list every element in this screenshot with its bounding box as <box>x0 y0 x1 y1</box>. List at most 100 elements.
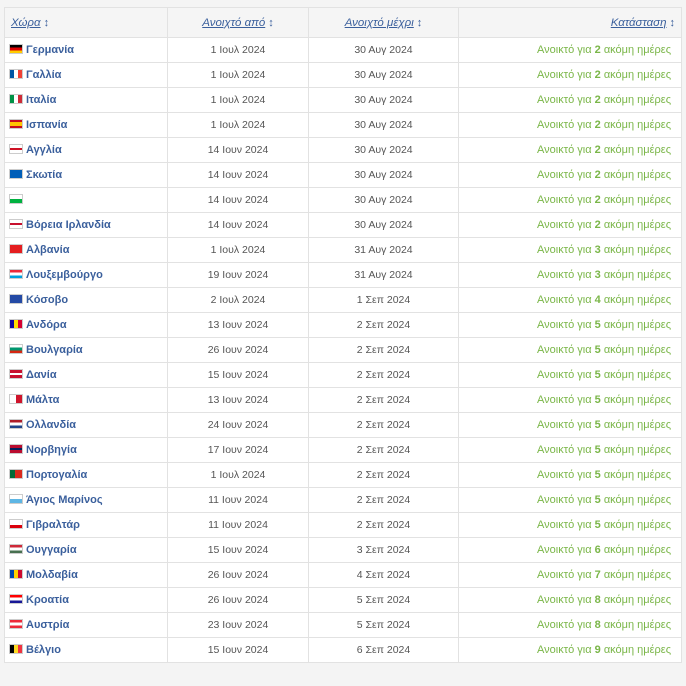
country-cell[interactable]: Γερμανία <box>4 37 168 63</box>
table-row: Σκωτία 14 Ιουν 2024 30 Αυγ 2024 Ανοικτό για… <box>4 162 682 188</box>
sort-icon[interactable]: ↕ <box>268 17 274 29</box>
country-name[interactable]: Αγγλία <box>26 144 62 156</box>
open-until-cell: 5 Σεπ 2024 <box>308 587 459 613</box>
country-cell[interactable]: Αυστρία <box>4 612 168 638</box>
country-name[interactable]: Ολλανδία <box>26 419 76 431</box>
country-name[interactable]: Βέλγιο <box>26 644 61 656</box>
country-cell[interactable]: Ολλανδία <box>4 412 168 438</box>
sort-icon[interactable]: ↕ <box>670 17 676 29</box>
country-cell[interactable]: Άγιος Μαρίνος <box>4 487 168 513</box>
country-name[interactable]: Ισπανία <box>26 119 67 131</box>
column-header-status[interactable]: Κατάσταση ↕ <box>458 7 682 38</box>
country-name[interactable]: Αλβανία <box>26 244 69 256</box>
country-name[interactable]: Σκωτία <box>26 169 62 181</box>
status-suffix: ακόμη ημέρες <box>603 269 671 281</box>
country-name[interactable]: Πορτογαλία <box>26 469 87 481</box>
flag-icon <box>9 419 23 429</box>
country-cell[interactable]: Βέλγιο <box>4 637 168 663</box>
status-suffix: ακόμη ημέρες <box>603 319 671 331</box>
open-until-cell: 2 Σεπ 2024 <box>308 437 459 463</box>
country-name[interactable]: Νορβηγία <box>26 444 77 456</box>
status-prefix: Ανοικτό για <box>537 144 592 156</box>
country-cell[interactable]: Μολδαβία <box>4 562 168 588</box>
country-cell[interactable]: Ουγγαρία <box>4 537 168 563</box>
open-until-cell: 30 Αυγ 2024 <box>308 112 459 138</box>
column-header-open-until[interactable]: Ανοιχτό μέχρι ↕ <box>308 7 459 38</box>
open-until-cell: 2 Σεπ 2024 <box>308 462 459 488</box>
status-cell: Ανοικτό για 2 ακόμη ημέρες <box>458 112 682 138</box>
table-row: Ιταλία 1 Ιουλ 2024 30 Αυγ 2024 Ανοικτό για … <box>4 87 682 113</box>
country-name[interactable]: Ιταλία <box>26 94 56 106</box>
column-header-open-from[interactable]: Ανοιχτό από ↕ <box>167 7 309 38</box>
country-name[interactable]: Κροατία <box>26 594 69 606</box>
open-from-cell: 19 Ιουν 2024 <box>167 262 309 288</box>
country-name[interactable]: Γερμανία <box>26 44 74 56</box>
days-remaining: 9 <box>594 644 601 656</box>
flag-icon <box>9 494 23 504</box>
country-cell[interactable]: Γιβραλτάρ <box>4 512 168 538</box>
country-cell[interactable]: Πορτογαλία <box>4 462 168 488</box>
country-name[interactable]: Ανδόρα <box>26 319 67 331</box>
country-name[interactable]: Γαλλία <box>26 69 61 81</box>
open-until-cell: 30 Αυγ 2024 <box>308 162 459 188</box>
country-name[interactable]: Βουλγαρία <box>26 344 83 356</box>
country-name[interactable]: Λουξεμβούργο <box>26 269 103 281</box>
country-cell[interactable]: Γαλλία <box>4 62 168 88</box>
column-header-country[interactable]: Χώρα ↕ <box>4 7 168 38</box>
status-prefix: Ανοικτό για <box>537 519 592 531</box>
status-suffix: ακόμη ημέρες <box>603 619 671 631</box>
country-cell[interactable]: Μάλτα <box>4 387 168 413</box>
status-suffix: ακόμη ημέρες <box>603 469 671 481</box>
country-name[interactable]: Αυστρία <box>26 619 69 631</box>
country-cell[interactable]: Αγγλία <box>4 137 168 163</box>
sort-icon[interactable]: ↕ <box>44 17 50 29</box>
country-cell[interactable]: Κόσοβο <box>4 287 168 313</box>
country-name[interactable]: Μάλτα <box>26 394 59 406</box>
status-cell: Ανοικτό για 8 ακόμη ημέρες <box>458 587 682 613</box>
open-until-cell: 2 Σεπ 2024 <box>308 362 459 388</box>
status-prefix: Ανοικτό για <box>537 269 592 281</box>
open-from-cell: 15 Ιουν 2024 <box>167 637 309 663</box>
country-name[interactable]: Δανία <box>26 369 57 381</box>
country-name[interactable]: Κόσοβο <box>26 294 68 306</box>
country-cell[interactable]: Δανία <box>4 362 168 388</box>
table-row: Ολλανδία 24 Ιουν 2024 2 Σεπ 2024 Ανοικτό γι… <box>4 412 682 438</box>
table-header-row: Χώρα ↕ Ανοιχτό από ↕ Ανοιχτό μέχρι ↕ Κατάστ… <box>4 7 682 38</box>
days-remaining: 5 <box>594 444 601 456</box>
flag-icon <box>9 144 23 154</box>
country-cell[interactable]: Ιταλία <box>4 87 168 113</box>
country-cell[interactable]: Κροατία <box>4 587 168 613</box>
country-cell[interactable]: Λουξεμβούργο <box>4 262 168 288</box>
status-prefix: Ανοικτό για <box>537 544 592 556</box>
table-row: Ισπανία 1 Ιουλ 2024 30 Αυγ 2024 Ανοικτό για… <box>4 112 682 138</box>
country-cell[interactable]: Νορβηγία <box>4 437 168 463</box>
country-name[interactable]: Ουγγαρία <box>26 544 77 556</box>
country-name[interactable]: Άγιος Μαρίνος <box>26 494 103 506</box>
status-cell: Ανοικτό για 9 ακόμη ημέρες <box>458 637 682 663</box>
table-row: Αγγλία 14 Ιουν 2024 30 Αυγ 2024 Ανοικτό για… <box>4 137 682 163</box>
open-until-cell: 31 Αυγ 2024 <box>308 262 459 288</box>
status-suffix: ακόμη ημέρες <box>603 169 671 181</box>
country-name[interactable]: Γιβραλτάρ <box>26 519 80 531</box>
flag-icon <box>9 294 23 304</box>
country-cell[interactable]: Ισπανία <box>4 112 168 138</box>
status-cell: Ανοικτό για 5 ακόμη ημέρες <box>458 512 682 538</box>
status-cell: Ανοικτό για 2 ακόμη ημέρες <box>458 137 682 163</box>
country-cell[interactable]: Σκωτία <box>4 162 168 188</box>
status-prefix: Ανοικτό για <box>537 494 592 506</box>
status-cell: Ανοικτό για 2 ακόμη ημέρες <box>458 87 682 113</box>
country-cell[interactable]: Αλβανία <box>4 237 168 263</box>
country-cell[interactable]: Ανδόρα <box>4 312 168 338</box>
country-cell[interactable]: Βουλγαρία <box>4 337 168 363</box>
country-cell[interactable] <box>4 187 168 213</box>
sort-icon[interactable]: ↕ <box>417 17 423 29</box>
days-remaining: 2 <box>594 144 601 156</box>
country-cell[interactable]: Βόρεια Ιρλανδία <box>4 212 168 238</box>
open-from-cell: 17 Ιουν 2024 <box>167 437 309 463</box>
country-name[interactable]: Μολδαβία <box>26 569 78 581</box>
status-cell: Ανοικτό για 5 ακόμη ημέρες <box>458 362 682 388</box>
open-from-cell: 13 Ιουν 2024 <box>167 312 309 338</box>
status-suffix: ακόμη ημέρες <box>603 44 671 56</box>
status-suffix: ακόμη ημέρες <box>603 244 671 256</box>
country-name[interactable]: Βόρεια Ιρλανδία <box>26 219 111 231</box>
